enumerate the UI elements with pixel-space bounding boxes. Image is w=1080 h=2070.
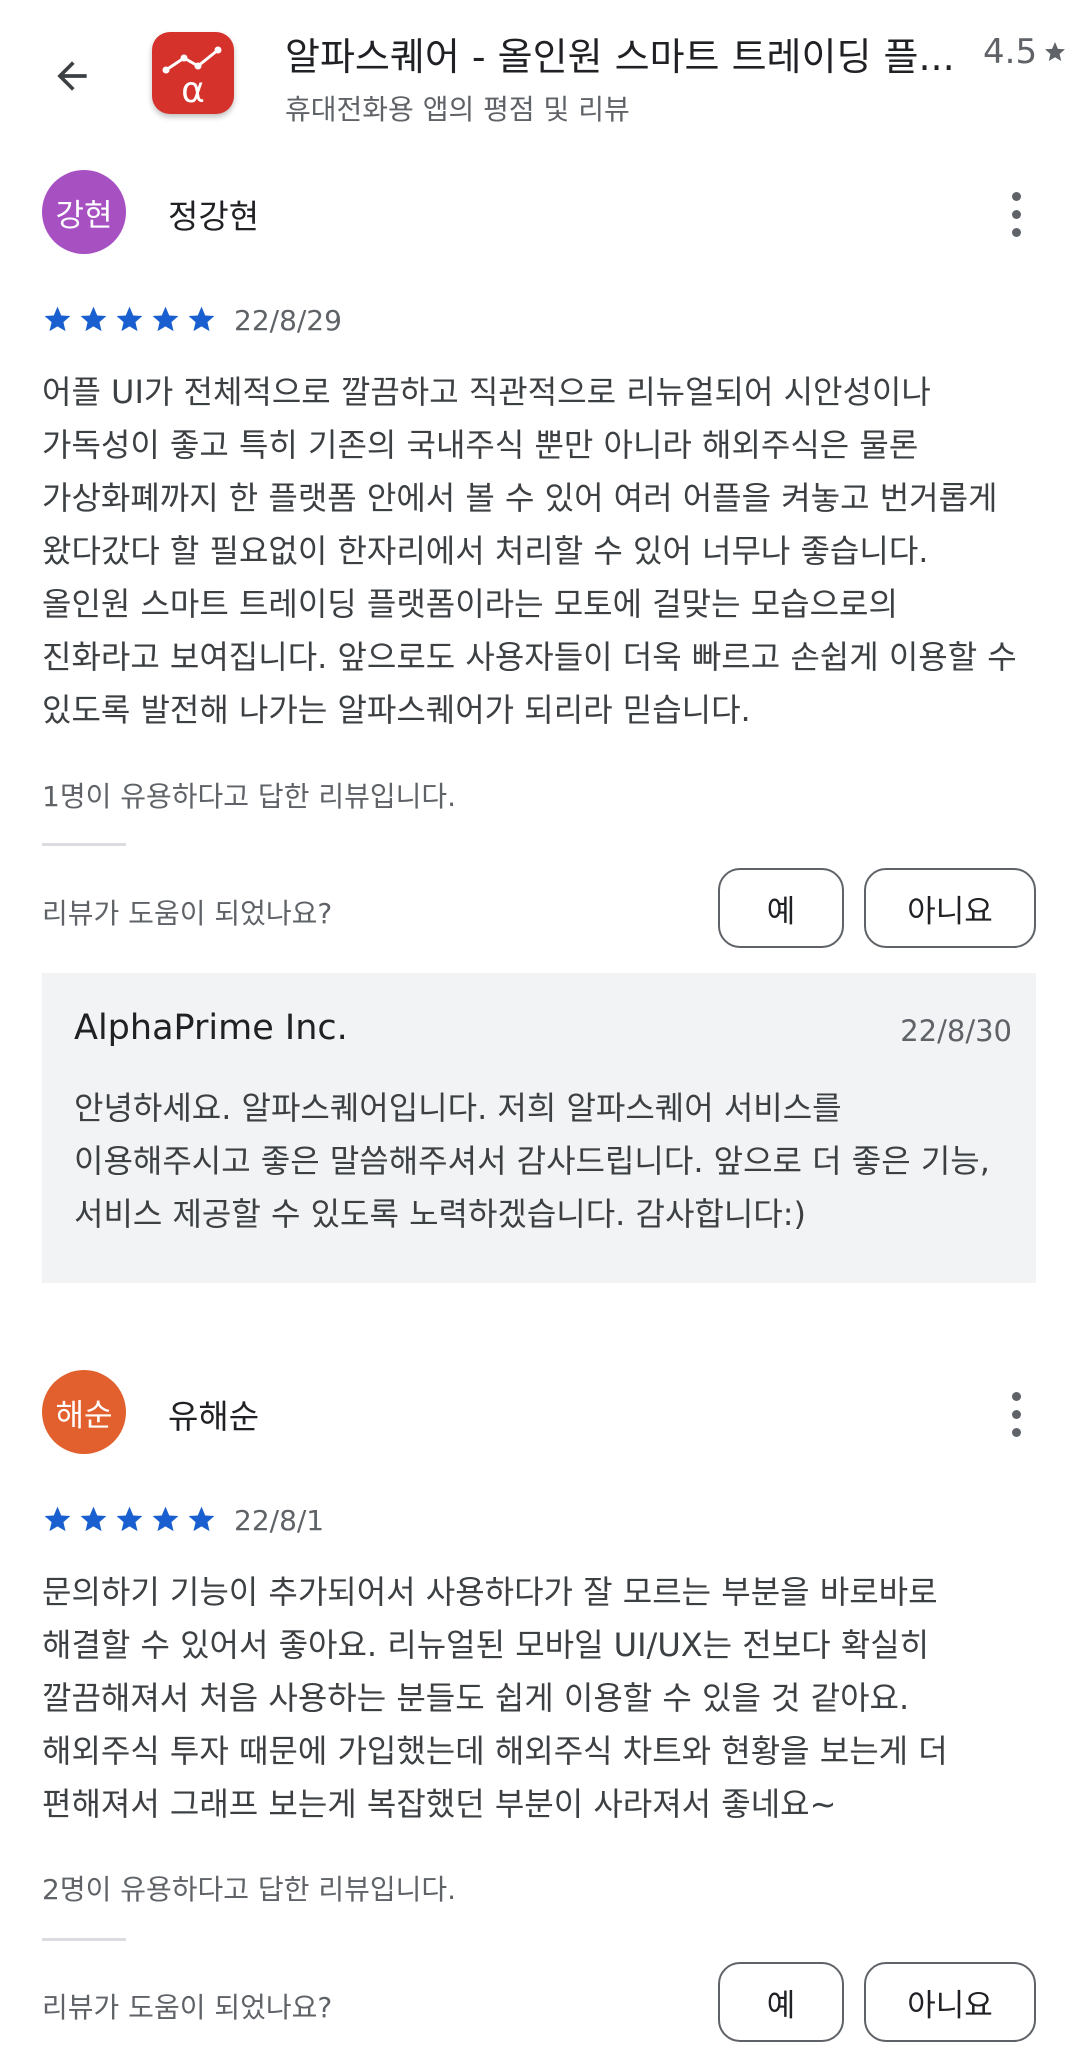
more-options-button[interactable] (996, 1384, 1036, 1444)
helpful-question: 리뷰가 도움이 되었나요? (42, 1991, 333, 2024)
arrow-left-icon (57, 61, 87, 91)
app-title: 알파스퀘어 - 올인원 스마트 트레이딩 플... (285, 35, 955, 79)
rating-value: 4.5 (983, 32, 1038, 72)
star-icon (152, 1506, 179, 1532)
page-subtitle: 휴대전화용 앱의 평점 및 리뷰 (285, 93, 630, 126)
divider (42, 843, 126, 846)
star-icon (116, 306, 143, 332)
review-text: 어플 UI가 전체적으로 깔끔하고 직관적으로 리뉴얼되어 시안성이나 가독성이… (42, 373, 1017, 729)
star-rating (42, 1504, 217, 1535)
star-icon (80, 1506, 107, 1532)
star-icon (116, 1506, 143, 1532)
review-date: 22/8/29 (234, 304, 342, 337)
svg-text:α: α (181, 70, 205, 111)
no-button[interactable]: 아니요 (864, 868, 1036, 948)
star-icon (44, 1506, 71, 1532)
reviewer-name: 정강현 (168, 197, 260, 236)
app-icon: α (152, 32, 234, 114)
review-text: 문의하기 기능이 추가되어서 사용하다가 잘 모르는 부분을 바로바로 해결할 … (42, 1573, 948, 1823)
developer-name: AlphaPrime Inc. (74, 1008, 348, 1048)
helpful-question: 리뷰가 도움이 되었나요? (42, 897, 333, 930)
divider (42, 1938, 126, 1941)
star-icon (152, 306, 179, 332)
reply-date: 22/8/30 (900, 1014, 1012, 1048)
no-button[interactable]: 아니요 (864, 1962, 1036, 2042)
avatar: 해순 (42, 1370, 126, 1454)
star-rating (42, 304, 217, 335)
more-vert-icon (1011, 191, 1021, 201)
star-icon (80, 306, 107, 332)
back-button[interactable] (40, 44, 104, 108)
helpful-count: 1명이 유용하다고 답한 리뷰입니다. (42, 780, 457, 813)
reply-text: 안녕하세요. 알파스퀘어입니다. 저희 알파스퀘어 서비스를 이용해주시고 좋은… (74, 1089, 990, 1233)
review-date: 22/8/1 (234, 1504, 325, 1537)
yes-button[interactable]: 예 (718, 868, 844, 948)
helpful-count: 2명이 유용하다고 답한 리뷰입니다. (42, 1873, 457, 1906)
app-rating: 4.5 (983, 32, 1067, 72)
avatar: 강현 (42, 170, 126, 254)
star-icon (1045, 42, 1066, 61)
more-vert-icon (1011, 1391, 1021, 1401)
yes-button[interactable]: 예 (718, 1962, 844, 2042)
more-options-button[interactable] (996, 184, 1036, 244)
star-icon (44, 306, 71, 332)
reviewer-name: 유해순 (168, 1397, 260, 1436)
star-icon (188, 306, 215, 332)
star-icon (188, 1506, 215, 1532)
